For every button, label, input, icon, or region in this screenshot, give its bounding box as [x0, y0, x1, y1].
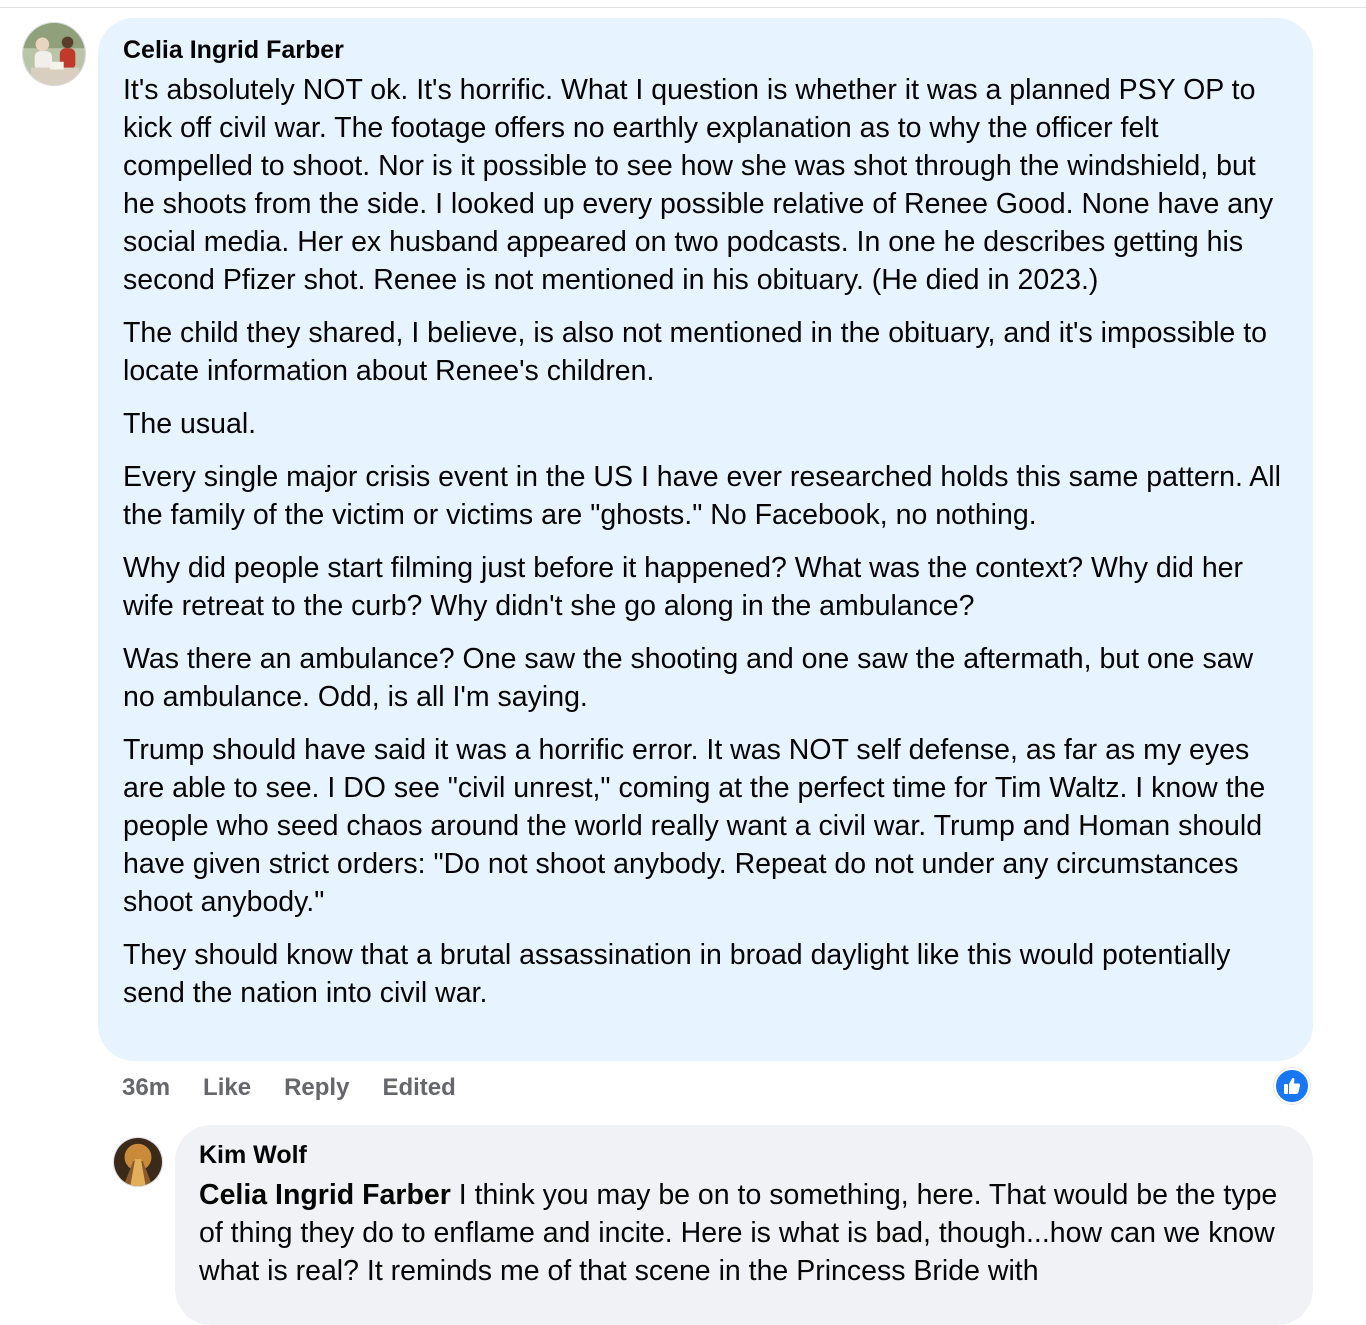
- reply-text: Celia Ingrid Farber I think you may be o…: [199, 1176, 1289, 1290]
- comment-paragraph: Why did people start filming just before…: [123, 552, 1244, 622]
- top-divider: [0, 0, 1366, 8]
- edited-label[interactable]: Edited: [382, 1074, 455, 1102]
- comment-paragraph: Every single major crisis event in the U…: [123, 461, 1281, 531]
- comment-paragraph: They should know that a brutal assassina…: [123, 939, 1231, 1009]
- comment-paragraph: It's absolutely NOT ok. It's horrific. W…: [123, 74, 1274, 296]
- comment-actions: 36m Like Reply Edited: [122, 1073, 456, 1103]
- avatar-photo-icon: [114, 1138, 162, 1186]
- comment-timestamp[interactable]: 36m: [122, 1074, 170, 1102]
- comment-paragraph: Trump should have said it was a horrific…: [123, 734, 1266, 918]
- reply-mention-link[interactable]: Celia Ingrid Farber: [199, 1179, 451, 1211]
- comment-body: It's absolutely NOT ok. It's horrific. W…: [123, 71, 1289, 1012]
- comment-paragraph: The usual.: [123, 408, 257, 440]
- comment-author-avatar[interactable]: [22, 22, 86, 86]
- reply-author-name[interactable]: Kim Wolf: [199, 1141, 1289, 1169]
- comment-paragraph: The child they shared, I believe, is als…: [123, 317, 1267, 387]
- like-thumbs-up-icon: [1284, 1077, 1301, 1094]
- reply-author-avatar[interactable]: [113, 1137, 163, 1187]
- comment-paragraph: Was there an ambulance? One saw the shoo…: [123, 643, 1254, 713]
- like-button[interactable]: Like: [203, 1074, 251, 1102]
- comment-author-name[interactable]: Celia Ingrid Farber: [123, 36, 1289, 64]
- comment-bubble: Celia Ingrid Farber It's absolutely NOT …: [98, 18, 1313, 1061]
- reply-bubble: Kim Wolf Celia Ingrid Farber I think you…: [175, 1125, 1313, 1325]
- avatar-photo-icon: [23, 23, 85, 85]
- reply-button[interactable]: Reply: [284, 1074, 349, 1102]
- like-reaction-badge[interactable]: [1274, 1068, 1310, 1104]
